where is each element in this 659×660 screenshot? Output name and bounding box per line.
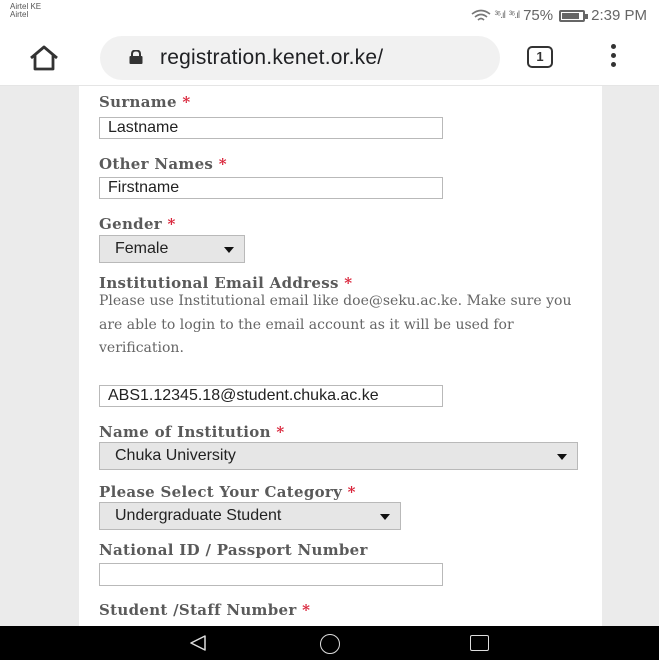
wifi-icon <box>471 9 491 21</box>
chevron-down-icon <box>380 514 390 520</box>
more-vert-icon[interactable] <box>606 44 622 68</box>
gender-label: Gender * <box>99 215 176 233</box>
nav-recents-icon[interactable] <box>470 635 489 651</box>
required-marker: * <box>218 155 227 173</box>
browser-toolbar: registration.kenet.or.ke/ 1 <box>0 28 659 86</box>
nav-back-icon[interactable] <box>189 635 207 651</box>
other-names-label: Other Names * <box>99 155 227 173</box>
national-id-label-text: National ID / Passport Number <box>99 541 368 559</box>
category-selected-value: Undergraduate Student <box>115 507 282 524</box>
national-id-label: National ID / Passport Number <box>99 541 368 559</box>
tab-switcher-button[interactable]: 1 <box>527 46 553 68</box>
gender-label-text: Gender <box>99 215 162 233</box>
required-marker: * <box>182 93 191 111</box>
other-names-label-text: Other Names <box>99 155 214 173</box>
battery-level <box>562 12 579 19</box>
battery-percent: 75% <box>523 7 554 24</box>
surname-label: Surname * <box>99 93 190 111</box>
national-id-input[interactable] <box>99 563 443 586</box>
menu-dot <box>611 53 616 58</box>
nav-home-icon[interactable] <box>320 634 340 654</box>
signal-icon-1: ³⁶.ıl <box>494 10 506 21</box>
staff-number-label-text: Student /Staff Number <box>99 601 297 619</box>
category-label-text: Please Select Your Category <box>99 483 343 501</box>
institution-label-text: Name of Institution <box>99 423 271 441</box>
home-icon[interactable] <box>28 44 60 72</box>
menu-dot <box>611 62 616 67</box>
address-bar[interactable]: registration.kenet.or.ke/ <box>100 36 500 80</box>
required-marker: * <box>347 483 356 501</box>
gender-select[interactable]: Female <box>99 235 245 263</box>
clock: 2:39 PM <box>591 7 647 24</box>
lock-icon <box>129 50 143 64</box>
chevron-down-icon <box>224 247 234 253</box>
category-label: Please Select Your Category * <box>99 483 356 501</box>
menu-dot <box>611 44 616 49</box>
required-marker: * <box>167 215 176 233</box>
surname-label-text: Surname <box>99 93 177 111</box>
required-marker: * <box>276 423 285 441</box>
staff-number-label: Student /Staff Number * <box>99 601 310 619</box>
chevron-down-icon <box>557 454 567 460</box>
battery-icon <box>559 9 589 22</box>
email-input[interactable]: ABS1.12345.18@student.chuka.ac.ke <box>99 385 443 407</box>
institution-label: Name of Institution * <box>99 423 285 441</box>
other-names-input[interactable]: Firstname <box>99 177 443 199</box>
email-help-text: Please use Institutional email like doe@… <box>99 293 572 356</box>
status-bar: Airtel KE Airtel ³⁶.ıl ³⁶.ıl 75% 2:39 PM <box>0 0 659 28</box>
carrier-info: Airtel KE Airtel <box>10 3 41 19</box>
institution-selected-value: Chuka University <box>115 447 236 464</box>
carrier-name-secondary: Airtel <box>10 10 29 19</box>
category-select[interactable]: Undergraduate Student <box>99 502 401 530</box>
gender-selected-value: Female <box>115 240 169 257</box>
signal-icon-2: ³⁶.ıl <box>508 10 520 21</box>
system-navigation-bar <box>0 626 659 660</box>
surname-input[interactable]: Lastname <box>99 117 443 139</box>
url-text[interactable]: registration.kenet.or.ke/ <box>160 46 383 70</box>
required-marker: * <box>302 601 311 619</box>
status-indicators: ³⁶.ıl ³⁶.ıl 75% 2:39 PM <box>471 7 647 24</box>
institution-select[interactable]: Chuka University <box>99 442 578 470</box>
